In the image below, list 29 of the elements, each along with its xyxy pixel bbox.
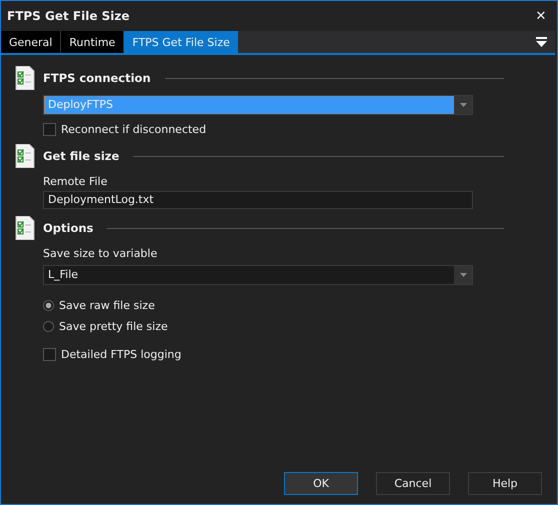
checklist-icon — [15, 144, 35, 168]
caret-icon — [460, 273, 466, 277]
checkbox[interactable] — [43, 122, 56, 136]
radio-button[interactable] — [43, 320, 54, 332]
radio-label: Save pretty file size — [59, 320, 168, 332]
field-label: Save size to variable — [43, 247, 158, 261]
section-title: Get file size — [43, 149, 120, 163]
dialog-button[interactable]: Cancel — [376, 472, 450, 495]
tab[interactable]: FTPS Get File Size — [124, 31, 238, 53]
tab[interactable]: General — [1, 31, 62, 53]
checkbox[interactable] — [43, 348, 56, 360]
dialog-button[interactable]: OK — [284, 472, 358, 495]
section-title: Options — [43, 221, 94, 235]
dropdown[interactable]: L_File — [43, 265, 473, 285]
window-title: FTPS Get File Size — [7, 9, 131, 23]
radio-button[interactable] — [43, 300, 54, 310]
close-button[interactable]: ✕ — [525, 1, 557, 31]
tab[interactable]: Runtime — [61, 31, 124, 53]
field-label: Remote File — [43, 175, 108, 189]
input-field[interactable]: DeploymentLog.txt — [43, 191, 473, 209]
dropdown-menu-icon[interactable] — [536, 37, 547, 47]
checklist-icon — [15, 66, 35, 90]
section-title: FTPS connection — [43, 71, 151, 85]
caret-icon — [460, 103, 466, 107]
checkbox-label: Detailed FTPS logging — [61, 348, 182, 360]
checklist-icon — [15, 216, 35, 240]
checkbox-label: Reconnect if disconnected — [61, 122, 206, 136]
radio-label: Save raw file size — [59, 298, 155, 312]
dialog-button[interactable]: Help — [468, 472, 542, 495]
